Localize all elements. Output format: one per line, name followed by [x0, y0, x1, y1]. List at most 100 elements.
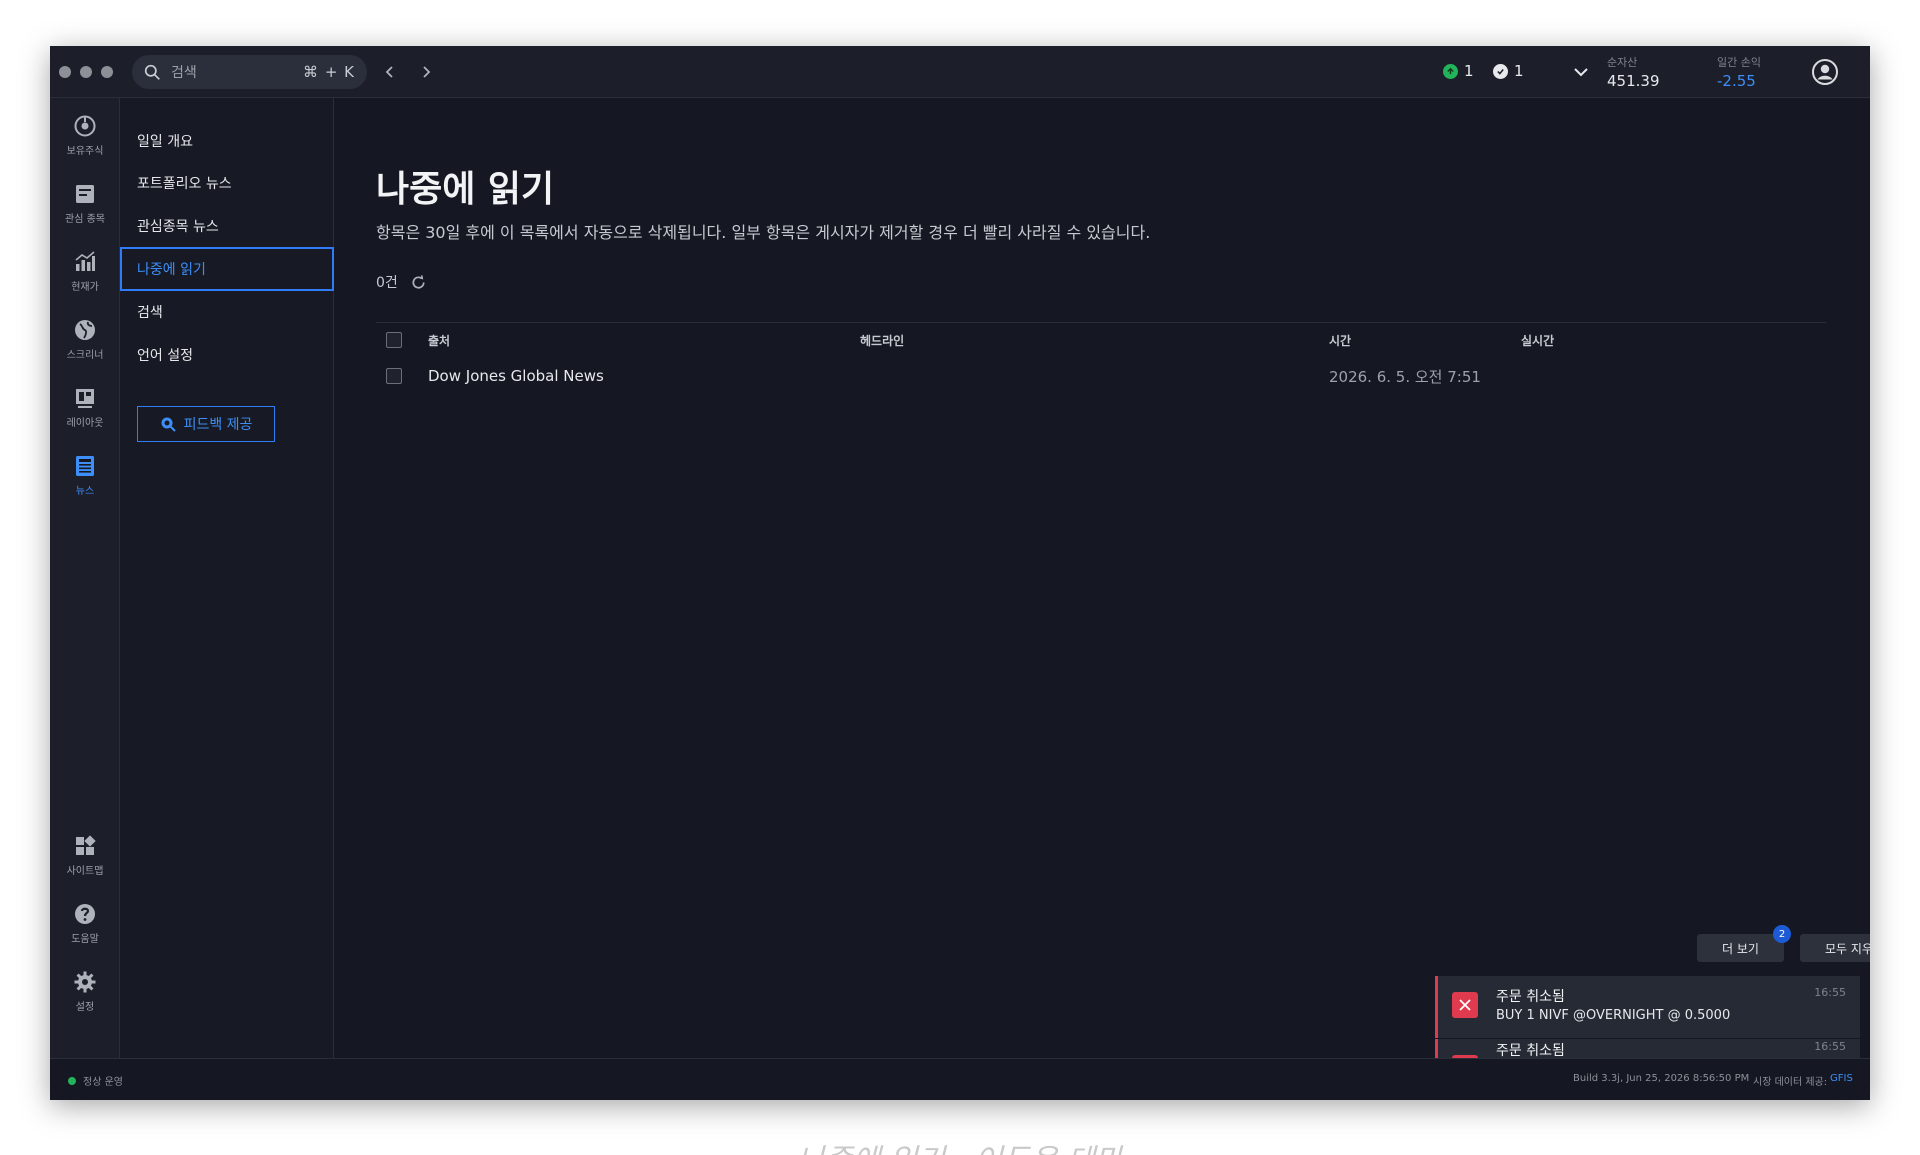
icon-rail: 보유주식 관심 종목 현재가 스크리너 레이아웃 뉴스 사이트맵 도움말 설정 [50, 98, 120, 1058]
forward-button[interactable] [414, 60, 438, 84]
status-dot-icon [68, 1076, 76, 1085]
column-source[interactable]: 출처 [428, 323, 450, 357]
connection-count: 1 [1464, 62, 1474, 80]
system-status: 정상 운영 [68, 1073, 123, 1088]
arrow-up-icon [1443, 63, 1458, 79]
minimize-window-button[interactable] [80, 66, 92, 78]
subnav-item-search[interactable]: 검색 [120, 290, 334, 334]
rail-label: 레이아웃 [66, 418, 104, 429]
net-liquidity-label: 순자산 [1607, 56, 1638, 69]
screenshot-caption: 나중에 읽기 - 어두운 테마 [0, 1135, 1920, 1155]
net-liquidity-value: 451.39 [1607, 72, 1660, 90]
net-liquidity: 순자산 451.39 [1607, 54, 1660, 90]
data-provider-label: 시장 데이터 제공: [1753, 1077, 1828, 1088]
notification-toast[interactable]: 주문 취소됨 BUY 1 NIVF @OVERNIGHT @ 0.5000 16… [1435, 976, 1860, 1038]
search-icon [144, 64, 160, 80]
table-header: 출처 헤드라인 시간 실시간 [376, 323, 1826, 357]
column-time[interactable]: 시간 [1329, 323, 1351, 357]
item-count: 0건 [376, 275, 398, 291]
row-checkbox[interactable] [386, 368, 402, 384]
chevron-left-icon [385, 66, 393, 78]
rail-item-layout[interactable]: 레이아웃 [50, 386, 120, 444]
rail-label: 사이트맵 [66, 866, 104, 877]
rail-label: 설정 [75, 1002, 95, 1013]
select-all-checkbox[interactable] [386, 332, 402, 348]
main-content: 나중에 읽기 항목은 30일 후에 이 목록에서 자동으로 삭제됩니다. 일부 … [335, 98, 1870, 1058]
app-window: 검색 ⌘ + K 1 1 순자산 451.39 일간 손익 -2.55 보유주식… [50, 46, 1870, 1100]
rail-item-portfolio[interactable]: 보유주식 [50, 114, 120, 172]
table-row[interactable]: Dow Jones Global News 2026. 6. 5. 오전 7:5… [376, 357, 1826, 395]
subnav-item-read-later[interactable]: 나중에 읽기 [120, 247, 334, 291]
rail-label: 현재가 [71, 282, 99, 293]
user-avatar-icon[interactable] [1812, 59, 1838, 85]
account-dropdown-icon[interactable] [1571, 62, 1591, 82]
subnav-item-daily-overview[interactable]: 일일 개요 [120, 119, 334, 163]
watchlist-icon [76, 185, 94, 203]
daily-pnl: 일간 손익 -2.55 [1717, 54, 1761, 90]
search-placeholder: 검색 [171, 65, 197, 81]
row-time: 2026. 6. 5. 오전 7:51 [1329, 367, 1481, 386]
read-later-table: 출처 헤드라인 시간 실시간 Dow Jones Global News 202… [376, 322, 1826, 395]
news-subnav: 일일 개요 포트폴리오 뉴스 관심종목 뉴스 나중에 읽기 검색 언어 설정 피… [120, 98, 334, 1058]
show-more-label: 더 보기 [1722, 941, 1759, 956]
help-icon [75, 904, 95, 924]
rail-label: 도움말 [71, 934, 99, 945]
toast-title: 주문 취소됨 [1496, 989, 1565, 1005]
rail-label: 보유주식 [66, 146, 104, 157]
subnav-item-portfolio-news[interactable]: 포트폴리오 뉴스 [120, 161, 334, 205]
window-controls [59, 66, 113, 78]
build-info: Build 3.3j, Jun 25, 2026 8:56:50 PM [1573, 1073, 1750, 1084]
clear-all-label: 모두 지우기 [1824, 941, 1870, 956]
cancel-x-icon [1452, 992, 1478, 1018]
rail-label: 스크리너 [66, 350, 104, 361]
search-shortcut: ⌘ + K [303, 63, 355, 81]
search-input[interactable]: 검색 ⌘ + K [132, 55, 367, 89]
title-bar: 검색 ⌘ + K 1 1 순자산 451.39 일간 손익 -2.55 [50, 46, 1870, 98]
notification-count-badge: 2 [1773, 925, 1791, 943]
rail-item-screener[interactable]: 스크리너 [50, 318, 120, 376]
retention-notice: 항목은 30일 후에 이 목록에서 자동으로 삭제됩니다. 일부 항목은 게시자… [376, 223, 1151, 242]
daily-pnl-label: 일간 손익 [1717, 56, 1761, 69]
rail-item-sitemap[interactable]: 사이트맵 [50, 834, 120, 892]
portfolio-icon [74, 115, 96, 137]
rail-item-settings[interactable]: 설정 [50, 970, 120, 1028]
back-button[interactable] [378, 60, 402, 84]
status-bar: 정상 운영 Build 3.3j, Jun 25, 2026 8:56:50 P… [50, 1058, 1870, 1100]
gear-icon [74, 971, 96, 993]
feedback-label: 피드백 제공 [183, 417, 253, 433]
orders-status[interactable]: 1 [1493, 62, 1524, 80]
rail-item-watchlist[interactable]: 관심 종목 [50, 182, 120, 240]
show-more-button[interactable]: 더 보기 [1697, 934, 1784, 962]
globe-icon [75, 320, 95, 340]
clear-all-button[interactable]: 모두 지우기 [1800, 934, 1870, 962]
subnav-item-language[interactable]: 언어 설정 [120, 333, 334, 377]
rail-item-news[interactable]: 뉴스 [50, 454, 120, 512]
connection-status[interactable]: 1 [1443, 62, 1474, 80]
refresh-icon[interactable] [410, 274, 427, 291]
system-status-text: 정상 운영 [83, 1077, 123, 1088]
close-window-button[interactable] [59, 66, 71, 78]
data-provider-link[interactable]: GFIS [1830, 1073, 1853, 1084]
quote-chart-icon [75, 251, 95, 271]
notification-toast[interactable]: 주문 취소됨 16:55 [1435, 1039, 1860, 1058]
column-headline[interactable]: 헤드라인 [860, 323, 904, 357]
rail-label: 뉴스 [75, 486, 95, 497]
news-icon [76, 456, 94, 476]
rail-item-help[interactable]: 도움말 [50, 902, 120, 960]
layout-icon [76, 389, 94, 408]
column-realtime[interactable]: 실시간 [1521, 323, 1554, 357]
maximize-window-button[interactable] [101, 66, 113, 78]
feedback-icon [161, 417, 176, 432]
daily-pnl-value: -2.55 [1717, 72, 1756, 90]
orders-count: 1 [1514, 62, 1524, 80]
sitemap-icon [76, 835, 96, 855]
subnav-item-watchlist-news[interactable]: 관심종목 뉴스 [120, 204, 334, 248]
row-source: Dow Jones Global News [428, 367, 604, 385]
check-icon [1493, 63, 1508, 79]
rail-item-quote[interactable]: 현재가 [50, 250, 120, 308]
rail-label: 관심 종목 [65, 214, 105, 225]
item-count-row: 0건 [376, 272, 427, 292]
toast-body: BUY 1 NIVF @OVERNIGHT @ 0.5000 [1496, 1008, 1731, 1023]
feedback-button[interactable]: 피드백 제공 [137, 406, 275, 442]
chevron-right-icon [423, 66, 431, 78]
